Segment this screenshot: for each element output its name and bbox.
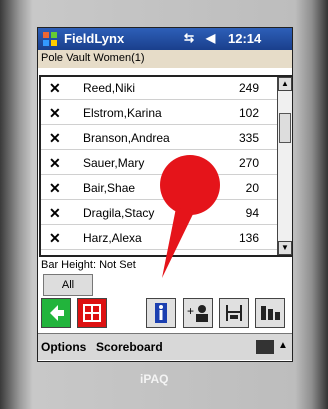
remove-icon[interactable]: ✕ [49,205,61,222]
info-icon [155,303,167,323]
list-item[interactable]: ✕ Dragila,Stacy 94 [41,202,277,225]
menu-bar: Options Scoreboard ▲ [38,333,292,360]
add-athlete-button[interactable]: + [183,298,213,328]
pda-device: FieldLynx ⇆ ◀︎ 12:14 Pole Vault Women(1)… [0,0,328,409]
remove-icon[interactable]: ✕ [49,105,61,122]
event-title: Pole Vault Women(1) [41,52,145,64]
title-bar: FieldLynx ⇆ ◀︎ 12:14 [38,28,292,50]
athlete-number: 136 [238,231,259,245]
list-item[interactable]: ✕ Harz,Alexa 136 [41,227,277,250]
volume-icon[interactable]: ◀︎ [206,31,215,45]
results-grid-button[interactable] [77,298,107,328]
remove-icon[interactable]: ✕ [49,230,61,247]
list-item[interactable]: ✕ Branson,Andrea 335 [41,127,277,150]
remove-icon[interactable]: ✕ [49,180,61,197]
athlete-number: 270 [238,156,259,170]
back-arrow-icon [50,305,64,321]
athlete-number: 102 [238,106,259,120]
info-button[interactable] [146,298,176,328]
results-grid-icon [83,304,101,322]
scroll-up-icon[interactable]: ▲ [278,77,292,91]
bar-height-icon [226,305,242,321]
marker-pin [160,155,220,215]
athlete-name: Sauer,Mary [83,156,145,170]
list-item[interactable]: ✕ Elstrom,Karina 102 [41,102,277,125]
scroll-thumb[interactable] [279,113,291,143]
list-item[interactable]: ✕ Sauer,Mary 270 [41,152,277,175]
athlete-name: Elstrom,Karina [83,106,162,120]
remove-icon[interactable]: ✕ [49,80,61,97]
bar-height-label: Bar Height: Not Set [41,259,136,271]
scroll-down-icon[interactable]: ▼ [278,241,292,255]
stats-icon [261,306,280,320]
remove-icon[interactable]: ✕ [49,130,61,147]
clock[interactable]: 12:14 [228,31,261,46]
athlete-number: 20 [245,181,259,195]
svg-text:+: + [187,304,194,318]
athlete-name: Harz,Alexa [83,231,142,245]
list-item[interactable]: ✕ Bair,Shae 20 [41,177,277,200]
device-brand: iPAQ [140,372,169,386]
add-athlete-icon: + [187,304,208,322]
bar-height-button[interactable] [219,298,249,328]
athlete-name: Bair,Shae [83,181,136,195]
scoreboard-menu[interactable]: Scoreboard [96,340,163,354]
stats-button[interactable] [255,298,285,328]
athlete-name: Dragila,Stacy [83,206,155,220]
athlete-name: Branson,Andrea [83,131,170,145]
all-button[interactable]: All [43,274,93,296]
keyboard-toggle-icon[interactable]: ▲ [278,340,288,351]
signal-icon[interactable]: ⇆ [184,31,194,45]
windows-start-icon[interactable] [42,31,58,47]
athlete-number: 249 [238,81,259,95]
app-title: FieldLynx [64,31,125,46]
options-menu[interactable]: Options [41,340,86,354]
back-button[interactable] [41,298,71,328]
event-header: Pole Vault Women(1) [38,50,292,68]
keyboard-icon[interactable] [256,340,274,354]
remove-icon[interactable]: ✕ [49,155,61,172]
athlete-number: 94 [245,206,259,220]
list-item[interactable]: ✕ Reed,Niki 249 [41,77,277,100]
athlete-number: 335 [238,131,259,145]
athlete-name: Reed,Niki [83,81,136,95]
list-scrollbar[interactable]: ▲ ▼ [277,77,292,255]
